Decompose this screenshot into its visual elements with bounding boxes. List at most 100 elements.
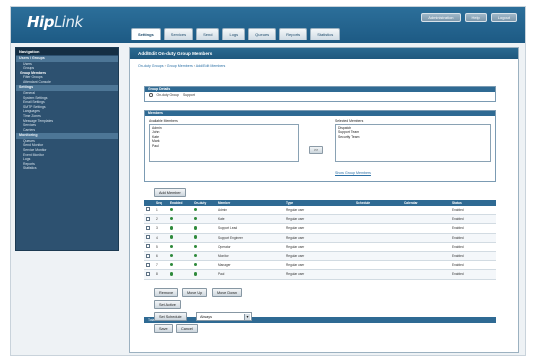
table-row[interactable]: 7 Manager Regular user Enabled: [144, 260, 496, 271]
table-cell: Regular user: [284, 205, 354, 216]
table-cell: Enabled: [450, 223, 496, 234]
administration-button[interactable]: Administration: [421, 13, 461, 22]
row-select-cell: [144, 205, 154, 216]
table-cell: [402, 233, 450, 243]
breadcrumb-item[interactable]: Group Members: [167, 64, 193, 68]
enabled-cell: [168, 260, 192, 271]
set-schedule-button[interactable]: Set Schedule: [154, 312, 187, 321]
row-checkbox[interactable]: [146, 207, 150, 212]
table-cell: Enabled: [450, 205, 496, 216]
row-checkbox[interactable]: [146, 262, 150, 267]
status-dot-icon: [170, 226, 174, 230]
enabled-cell: [168, 251, 192, 262]
table-cell: [402, 242, 450, 252]
table-cell: Enabled: [450, 269, 496, 280]
selected-members-list[interactable]: Dispatch Support Team Security Team: [335, 124, 491, 162]
list-item[interactable]: Security Team: [338, 135, 488, 139]
members-box: Members Available Members Admin John Kat…: [144, 110, 496, 182]
remove-button[interactable]: Remove: [154, 288, 179, 297]
row-checkbox[interactable]: [146, 253, 150, 258]
chevron-down-icon[interactable]: ▾: [244, 314, 250, 320]
table-row[interactable]: 2 Kate Regular user Enabled: [144, 214, 496, 225]
enabled-cell: [168, 242, 192, 252]
row-checkbox[interactable]: [146, 235, 150, 240]
row-select-cell: [144, 251, 154, 262]
table-cell: [354, 269, 402, 280]
row-select-cell: [144, 242, 154, 252]
tab-send[interactable]: Send: [196, 28, 220, 40]
selected-members-label: Selected Members: [335, 119, 364, 123]
tab-statistics[interactable]: Statistics: [310, 28, 341, 40]
available-members-list[interactable]: Admin John Kate Mark Paul: [149, 124, 299, 162]
group-label: On-duty Group: [156, 93, 179, 97]
logout-button[interactable]: Logout: [490, 13, 517, 22]
table-cell: [354, 233, 402, 243]
table-cell: Enabled: [450, 233, 496, 243]
table-cell: Operator: [216, 242, 284, 252]
move-members-button[interactable]: >>: [309, 146, 323, 154]
table-cell: [354, 223, 402, 234]
status-dot-icon: [194, 217, 198, 221]
group-radio[interactable]: [149, 93, 153, 97]
group-row: On-duty Group Support: [145, 92, 495, 98]
sidebar-item[interactable]: Statistics: [16, 166, 118, 171]
status-dot-icon: [194, 272, 198, 276]
table-cell: 5: [154, 242, 168, 252]
status-dot-icon: [170, 217, 174, 221]
group-details-box: Group Details On-duty Group Support: [144, 86, 496, 102]
status-dot-icon: [194, 244, 198, 249]
table-cell: Regular user: [284, 223, 354, 234]
move-up-button[interactable]: Move Up: [182, 288, 208, 297]
set-active-button[interactable]: Set Active: [154, 300, 181, 309]
save-button[interactable]: Save: [154, 324, 173, 333]
row-checkbox[interactable]: [146, 225, 150, 230]
table-cell: Regular user: [284, 251, 354, 262]
row-checkbox[interactable]: [146, 271, 150, 276]
status-dot-icon: [170, 253, 174, 258]
breadcrumb-item[interactable]: On-duty Groups: [138, 64, 164, 68]
table-cell: Admin: [216, 205, 284, 216]
table-cell: Support Lead: [216, 223, 284, 234]
schedule-select[interactable]: Always ▾: [196, 312, 252, 321]
app-window: HipLink Administration Help Logout Setti…: [10, 6, 526, 356]
cancel-button[interactable]: Cancel: [176, 324, 198, 333]
row-checkbox[interactable]: [146, 216, 150, 221]
table-row[interactable]: 8 Paul Regular user Enabled: [144, 269, 496, 280]
tab-queues[interactable]: Queues: [248, 28, 277, 40]
table-cell: Enabled: [450, 251, 496, 262]
breadcrumb-item: Add/Edit Members: [195, 64, 226, 68]
tab-services[interactable]: Services: [163, 28, 194, 40]
help-button[interactable]: Help: [464, 13, 487, 22]
move-down-button[interactable]: Move Down: [212, 288, 243, 297]
table-row[interactable]: 3 Support Lead Regular user Enabled: [144, 223, 496, 234]
show-group-members-link[interactable]: Show Group Members: [335, 171, 371, 175]
sidebar-item[interactable]: Carriers: [16, 128, 118, 133]
row-select-cell: [144, 233, 154, 243]
logo-accent: Link: [53, 13, 83, 31]
table-row[interactable]: 1 Admin Regular user Enabled: [144, 205, 496, 216]
table-cell: Support Engineer: [216, 233, 284, 243]
table-row[interactable]: 4 Support Engineer Regular user Enabled: [144, 233, 496, 243]
group-name: Support: [182, 93, 195, 97]
on-duty-cell: [192, 223, 216, 234]
members-table: Seq Enabled On-duty Member Type Schedule…: [144, 200, 496, 280]
on-duty-cell: [192, 251, 216, 262]
status-dot-icon: [170, 244, 174, 249]
sidebar-item[interactable]: Attendant Console: [16, 80, 118, 85]
table-cell: [354, 242, 402, 252]
table-cell: [354, 214, 402, 225]
status-dot-icon: [170, 207, 174, 212]
table-row[interactable]: 6 Monitor Regular user Enabled: [144, 251, 496, 262]
row-select-cell: [144, 260, 154, 271]
tab-settings[interactable]: Settings: [131, 28, 161, 40]
logo-main: Hip: [27, 13, 54, 31]
list-item[interactable]: Paul: [152, 144, 296, 148]
tab-logs[interactable]: Logs: [222, 28, 246, 40]
row-checkbox[interactable]: [146, 244, 150, 249]
table-cell: 7: [154, 260, 168, 271]
tab-reports[interactable]: Reports: [279, 28, 308, 40]
add-member-button[interactable]: Add Member: [154, 188, 186, 197]
table-cell: Paul: [216, 269, 284, 280]
on-duty-cell: [192, 269, 216, 280]
table-row[interactable]: 5 Operator Regular user Enabled: [144, 242, 496, 252]
